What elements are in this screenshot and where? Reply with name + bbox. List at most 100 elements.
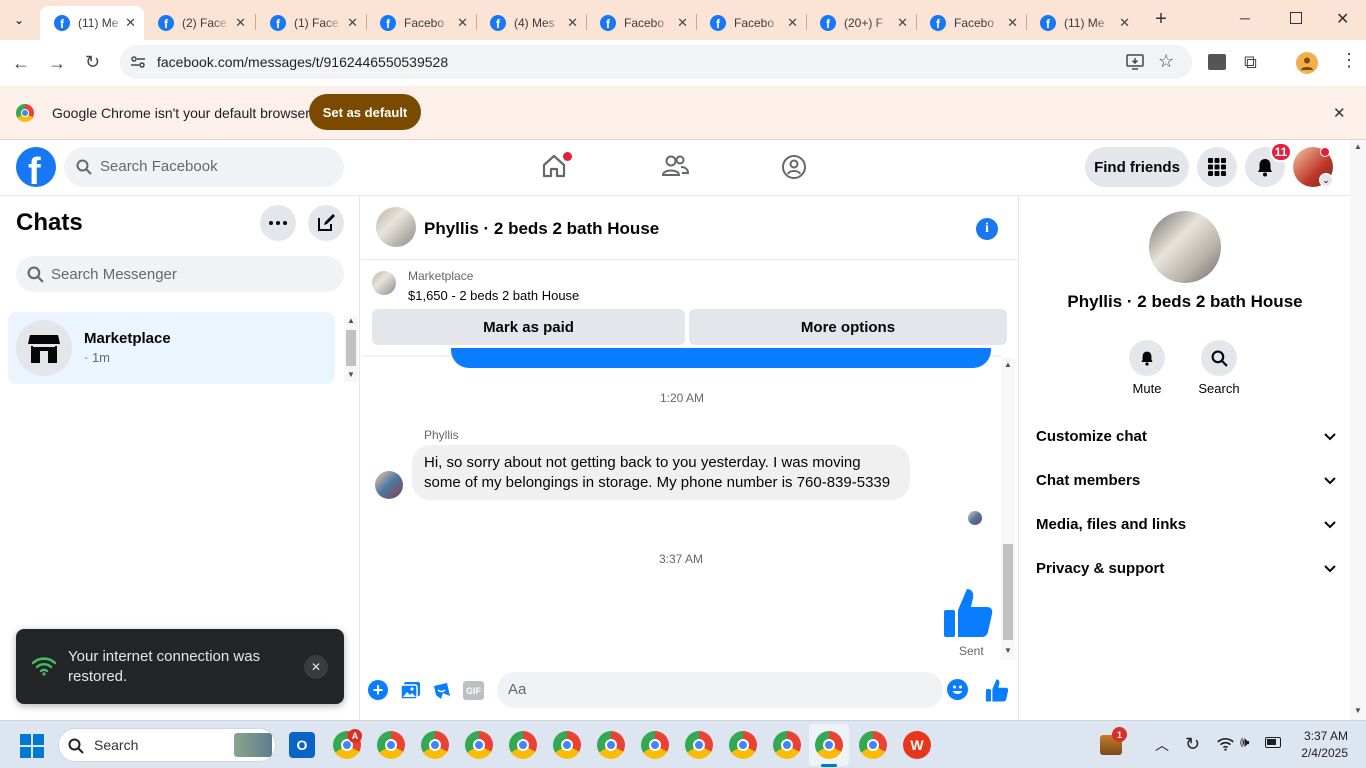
privacy-support-section[interactable]: Privacy & support [1036, 560, 1336, 577]
listing-price[interactable]: $1,650 - 2 beds 2 bath House [408, 288, 579, 303]
chrome-taskbar-icon[interactable] [773, 731, 801, 759]
browser-tab[interactable]: f Facebo ✕ [916, 6, 1026, 40]
chrome-taskbar-icon[interactable] [597, 731, 625, 759]
menu-grid-icon[interactable] [1197, 147, 1237, 187]
message-composer-input[interactable]: Aa [497, 672, 968, 708]
maximize-icon[interactable] [1290, 12, 1302, 24]
sender-avatar[interactable] [375, 471, 403, 499]
extensions-puzzle-icon[interactable]: ⧉ [1244, 52, 1257, 73]
media-files-links-section[interactable]: Media, files and links [1036, 516, 1336, 533]
chat-options-icon[interactable] [260, 205, 296, 241]
profile-avatar-icon[interactable] [1296, 52, 1318, 74]
site-settings-icon[interactable] [130, 54, 146, 70]
gif-icon[interactable]: GIF [463, 681, 484, 700]
conversation-info-icon[interactable]: i [976, 218, 998, 240]
bookmark-star-icon[interactable]: ☆ [1158, 51, 1174, 72]
wifi-tray-icon[interactable] [1217, 737, 1234, 751]
tab-close-icon[interactable]: ✕ [125, 15, 136, 31]
clock-date[interactable]: 2/4/2025 [1290, 746, 1348, 760]
tab-search-chevron-icon[interactable]: ⌄ [8, 10, 30, 30]
windows-start-icon[interactable] [20, 734, 44, 758]
chrome-taskbar-icon[interactable] [509, 731, 537, 759]
browser-tab[interactable]: f (2) Face ✕ [144, 6, 254, 40]
browser-tab[interactable]: f (20+) F ✕ [806, 6, 916, 40]
new-message-icon[interactable] [308, 205, 344, 241]
tab-close-icon[interactable]: ✕ [567, 15, 578, 31]
incoming-message-bubble[interactable]: Hi, so sorry about not getting back to y… [412, 445, 910, 500]
facebook-search-box[interactable]: Search Facebook [64, 147, 344, 187]
install-app-icon[interactable] [1126, 53, 1144, 71]
chrome-taskbar-icon-active[interactable] [815, 731, 843, 759]
chrome-taskbar-icon[interactable] [641, 731, 669, 759]
wps-office-icon[interactable]: W [903, 731, 931, 759]
sync-icon[interactable]: ↻ [1185, 734, 1200, 755]
show-hidden-icons-chevron[interactable]: ︿ [1155, 735, 1169, 755]
chat-list-item[interactable]: Marketplace · 1m [8, 312, 335, 384]
chrome-taskbar-icon[interactable] [421, 731, 449, 759]
more-actions-plus-icon[interactable]: + [368, 680, 388, 700]
volume-icon[interactable]: 🕪 [1240, 734, 1249, 751]
thumbs-up-sent-icon[interactable] [943, 586, 993, 638]
messenger-search-box[interactable]: Search Messenger [16, 256, 344, 292]
conversation-avatar[interactable] [376, 207, 416, 247]
details-avatar[interactable] [1149, 211, 1221, 283]
chrome-taskbar-icon[interactable] [465, 731, 493, 759]
battery-icon[interactable] [1265, 737, 1281, 748]
sticker-icon[interactable] [432, 681, 452, 701]
chrome-menu-icon[interactable]: ⋮ [1340, 51, 1358, 69]
browser-tab[interactable]: f (4) Mes ✕ [476, 6, 586, 40]
chrome-taskbar-icon[interactable] [729, 731, 757, 759]
browser-tab[interactable]: f (11) Me ✕ [1026, 6, 1138, 40]
tab-close-icon[interactable]: ✕ [347, 15, 358, 31]
tab-close-icon[interactable]: ✕ [787, 15, 798, 31]
toast-close-icon[interactable]: ✕ [304, 655, 328, 679]
more-options-button[interactable]: More options [689, 309, 1007, 345]
set-default-button[interactable]: Set as default [309, 94, 421, 130]
chrome-taskbar-icon[interactable] [377, 731, 405, 759]
customize-chat-section[interactable]: Customize chat [1036, 428, 1336, 445]
tab-close-icon[interactable]: ✕ [235, 15, 246, 31]
extension-icon[interactable] [1208, 54, 1226, 70]
tab-close-icon[interactable]: ✕ [1007, 15, 1018, 31]
tab-close-icon[interactable]: ✕ [677, 15, 688, 31]
attach-photo-icon[interactable] [400, 681, 421, 700]
mute-bell-icon[interactable] [1129, 340, 1165, 376]
back-arrow-icon[interactable]: ← [12, 53, 30, 74]
browser-tab[interactable]: f Facebo ✕ [696, 6, 806, 40]
browser-tab[interactable]: f Facebo ✕ [586, 6, 696, 40]
tab-close-icon[interactable]: ✕ [1119, 15, 1130, 31]
taskbar-search-box[interactable]: Search [58, 728, 276, 762]
forward-arrow-icon[interactable]: → [48, 53, 66, 74]
mark-as-paid-button[interactable]: Mark as paid [372, 309, 685, 345]
emoji-icon[interactable] [947, 679, 968, 700]
conversation-scrollbar[interactable]: ▲ ▼ [1001, 358, 1015, 660]
browser-tab[interactable]: f Facebo ✕ [366, 6, 476, 40]
mute-label[interactable]: Mute [1115, 381, 1179, 396]
infobar-close-icon[interactable]: ✕ [1333, 104, 1346, 122]
outlook-icon[interactable]: O [289, 732, 315, 758]
account-chevron-icon[interactable]: ⌄ [1319, 173, 1333, 187]
clock-time[interactable]: 3:37 AM [1296, 729, 1348, 743]
send-like-icon[interactable] [985, 678, 1009, 702]
reload-icon[interactable]: ↻ [85, 52, 100, 73]
close-window-icon[interactable]: ✕ [1336, 9, 1349, 29]
find-friends-button[interactable]: Find friends [1085, 147, 1189, 187]
minimize-icon[interactable]: ─ [1240, 10, 1250, 26]
tab-close-icon[interactable]: ✕ [457, 15, 468, 31]
url-text[interactable]: facebook.com/messages/t/9162446550539528 [157, 54, 448, 70]
search-label[interactable]: Search [1187, 381, 1251, 396]
browser-tab[interactable]: f (1) Face ✕ [256, 6, 366, 40]
chrome-taskbar-icon[interactable] [859, 731, 887, 759]
search-conversation-icon[interactable] [1201, 340, 1237, 376]
groups-icon[interactable] [780, 153, 808, 181]
page-scrollbar[interactable]: ▲ ▼ [1350, 140, 1366, 720]
chat-list-scrollbar[interactable]: ▲ ▼ [344, 316, 358, 382]
chat-members-section[interactable]: Chat members [1036, 472, 1336, 489]
friends-icon[interactable] [661, 153, 689, 179]
address-bar[interactable]: facebook.com/messages/t/9162446550539528… [120, 45, 1192, 79]
browser-tab[interactable]: f (11) Me ✕ [40, 6, 144, 40]
chrome-taskbar-icon[interactable] [553, 731, 581, 759]
facebook-logo-icon[interactable]: f [16, 147, 56, 187]
chrome-taskbar-icon[interactable] [685, 731, 713, 759]
new-tab-plus-icon[interactable]: + [1150, 8, 1172, 30]
